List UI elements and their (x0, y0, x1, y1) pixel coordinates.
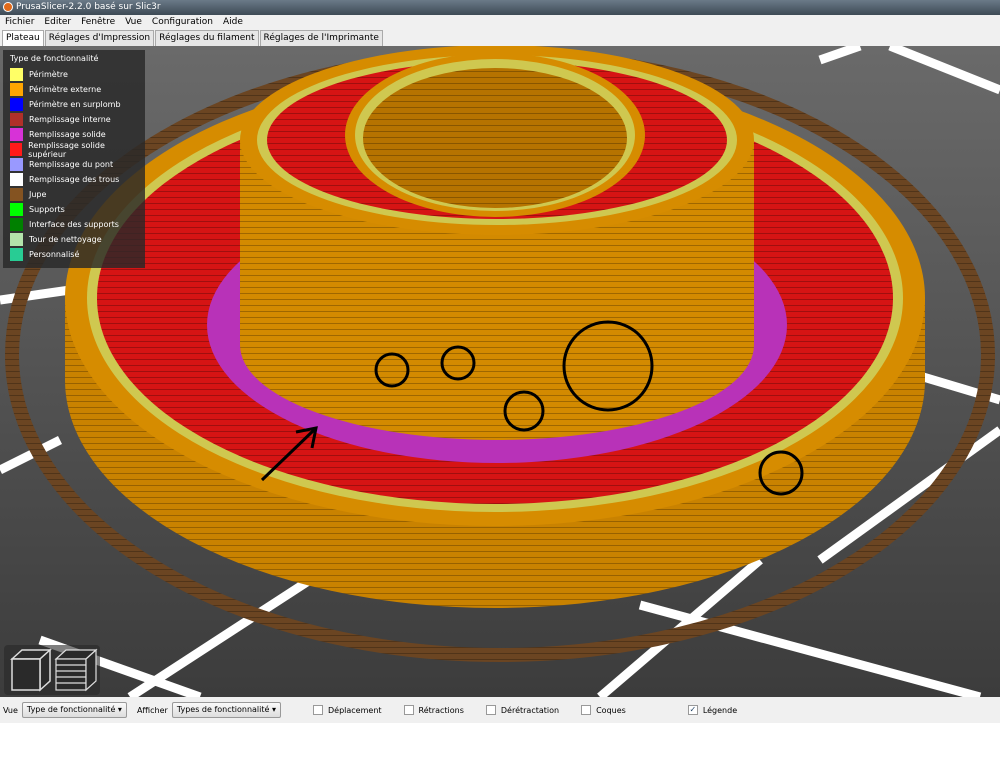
checkbox-box[interactable] (313, 705, 323, 715)
checkbox-dérétractation[interactable]: Dérétractation (485, 705, 560, 715)
legend-item: Interface des supports (10, 217, 138, 232)
window-title: PrusaSlicer-2.2.0 basé sur Slic3r (16, 2, 161, 12)
legend-item-label: Supports (29, 205, 65, 214)
legend-item: Remplissage des trous (10, 172, 138, 187)
legend-item-label: Remplissage du pont (29, 160, 114, 169)
afficher-label: Afficher (136, 705, 168, 715)
legend-swatch (10, 128, 23, 141)
legend-item: Périmètre (10, 67, 138, 82)
vue-select[interactable]: Type de fonctionnalité ▾ (21, 702, 127, 718)
menu-configuration[interactable]: Configuration (152, 15, 213, 30)
checkbox-box[interactable] (581, 705, 592, 715)
legend-item-label: Jupe (29, 190, 47, 199)
checkbox-label: Coques (596, 705, 626, 715)
tab-bar: Plateau Réglages d'Impression Réglages d… (0, 30, 1000, 46)
checkbox-légende[interactable]: ✓ Légende (687, 705, 738, 715)
legend-item: Remplissage du pont (10, 157, 138, 172)
legend-item-label: Remplissage des trous (29, 175, 120, 184)
legend-item-label: Périmètre externe (29, 85, 102, 94)
checkbox-label: Déplacement (328, 705, 382, 715)
checkbox-déplacement[interactable]: Déplacement (313, 705, 382, 715)
legend-item-label: Personnalisé (29, 250, 80, 259)
legend-swatch (10, 83, 23, 96)
checkbox-label: Dérétractation (500, 705, 560, 715)
legend-swatch (10, 113, 23, 126)
afficher-select[interactable]: Types de fonctionnalité ▾ (171, 702, 281, 718)
checkbox-box[interactable]: ✓ (687, 705, 698, 715)
legend-swatch (10, 158, 23, 171)
tab-printer-settings[interactable]: Réglages de l'Imprimante (259, 30, 383, 46)
view-toggle[interactable] (4, 645, 100, 695)
legend-item-label: Interface des supports (29, 220, 119, 229)
legend-swatch (10, 188, 23, 201)
menu-aide[interactable]: Aide (223, 15, 243, 30)
legend-swatch (10, 98, 23, 111)
legend-swatch (10, 218, 23, 231)
legend-panel: Type de fonctionnalité Périmètre Périmètr… (3, 50, 145, 268)
legend-item-label: Remplissage interne (29, 115, 111, 124)
vue-select-value: Type de fonctionnalité (26, 705, 116, 714)
checkbox-box[interactable] (403, 705, 414, 715)
legend-swatch (10, 143, 23, 156)
legend-item-label: Tour de nettoyage (29, 235, 102, 244)
legend-item-label: Périmètre en surplomb (29, 100, 121, 109)
menu-editer[interactable]: Editer (44, 15, 71, 30)
3d-view-cube-icon[interactable] (10, 648, 52, 692)
legend-swatch (10, 68, 23, 81)
3d-preview-canvas[interactable] (0, 46, 1000, 697)
checkbox-box[interactable] (485, 705, 496, 715)
legend-item: Jupe (10, 187, 138, 202)
afficher-select-value: Types de fonctionnalité (176, 705, 270, 714)
legend-item: Supports (10, 202, 138, 217)
legend-item: Personnalisé (10, 247, 138, 262)
app-logo-icon (3, 2, 13, 12)
legend-item: Périmètre externe (10, 82, 138, 97)
bottom-toolbar: Vue Type de fonctionnalité ▾ Afficher Ty… (0, 697, 1000, 723)
menu-fenetre[interactable]: Fenêtre (81, 15, 115, 30)
vue-label: Vue (3, 705, 18, 715)
menu-bar: Fichier Editer Fenêtre Vue Configuration… (0, 15, 1000, 30)
legend-item-label: Remplissage solide (29, 130, 106, 139)
tab-plateau[interactable]: Plateau (2, 30, 44, 46)
legend-item: Remplissage interne (10, 112, 138, 127)
legend-swatch (10, 203, 23, 216)
menu-vue[interactable]: Vue (125, 15, 142, 30)
checkbox-label: Légende (702, 705, 738, 715)
legend-title: Type de fonctionnalité (10, 54, 99, 63)
layers-view-icon[interactable] (54, 648, 98, 692)
checkbox-coques[interactable]: Coques (581, 705, 626, 715)
legend-item: Périmètre en surplomb (10, 97, 138, 112)
legend-item-label: Remplissage solide supérieur (28, 140, 105, 159)
checkbox-rétractions[interactable]: Rétractions (403, 705, 464, 715)
legend-item: Tour de nettoyage (10, 232, 138, 247)
legend-swatch (10, 233, 23, 246)
menu-fichier[interactable]: Fichier (5, 15, 34, 30)
blank-area (0, 723, 1000, 769)
legend-swatch (10, 248, 23, 261)
title-bar: PrusaSlicer-2.2.0 basé sur Slic3r (0, 0, 1000, 15)
legend-item-label: Périmètre (29, 70, 68, 79)
legend-item: Remplissage solide supérieur (10, 140, 138, 159)
tab-filament-settings[interactable]: Réglages du filament (155, 30, 259, 46)
checkbox-label: Rétractions (418, 705, 464, 715)
tab-print-settings[interactable]: Réglages d'Impression (44, 30, 155, 46)
legend-swatch (10, 173, 23, 186)
